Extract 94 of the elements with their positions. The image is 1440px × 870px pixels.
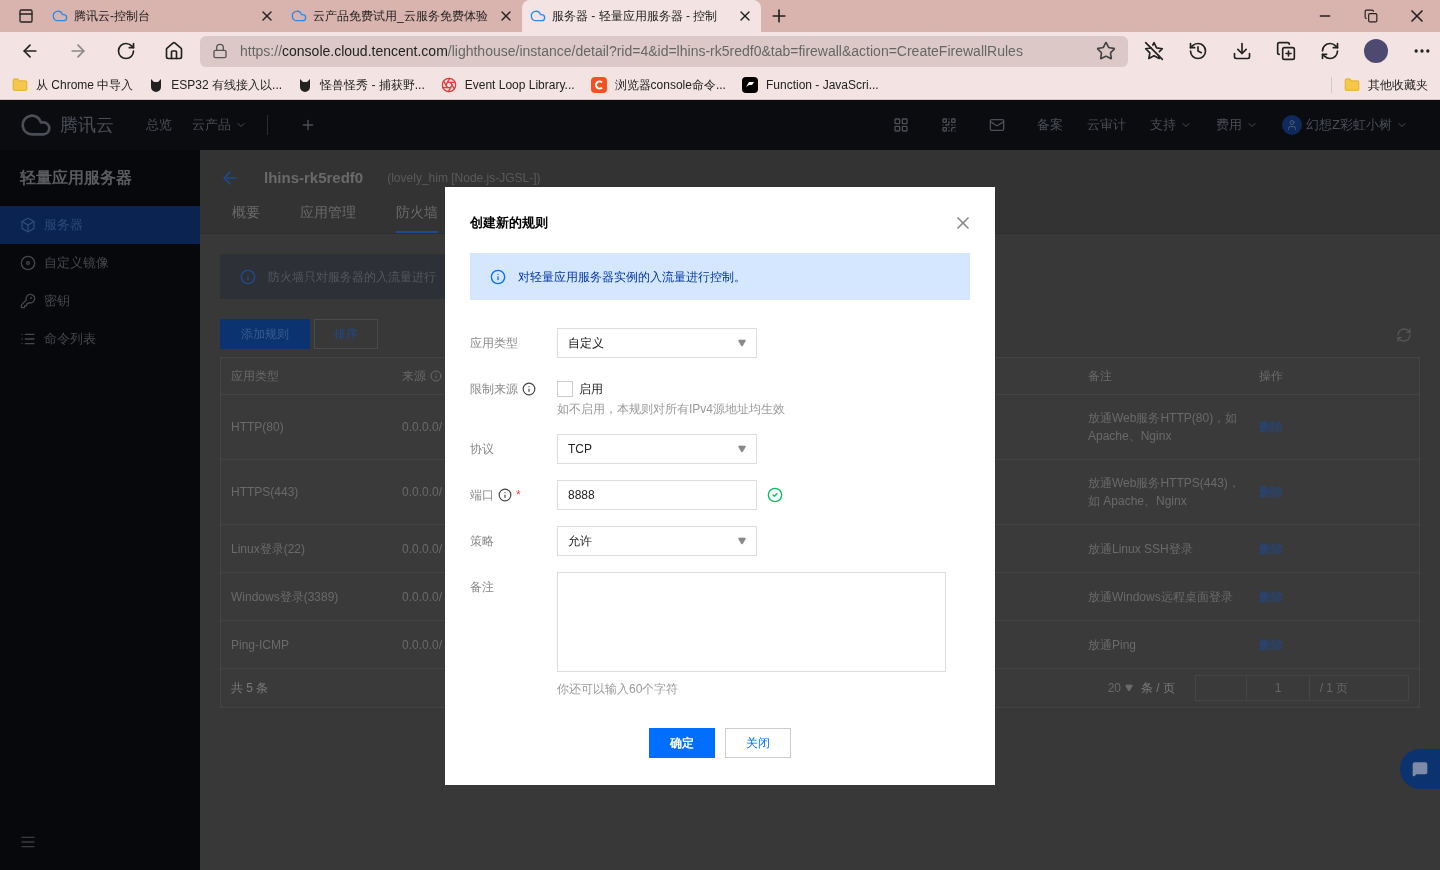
bookmark[interactable]: Function - JavaScri... (741, 75, 879, 94)
browser-tab[interactable]: 服务器 - 轻量应用服务器 - 控制 (522, 0, 761, 32)
user-name: 幻想Z彩虹小树 (1306, 116, 1392, 135)
key-icon (20, 293, 36, 309)
tab-title: 腾讯云-控制台 (74, 8, 151, 25)
tab-title: 服务器 - 轻量应用服务器 - 控制 (552, 8, 719, 25)
port-input[interactable]: 8888 (557, 480, 757, 510)
delete-link[interactable]: 删除 (1259, 635, 1409, 654)
folder-icon (1344, 76, 1360, 93)
collections-icon[interactable] (1276, 41, 1296, 61)
list-icon (20, 331, 36, 347)
cloud-icon (291, 8, 307, 24)
field-label: 端口 (470, 487, 494, 504)
info-icon (498, 488, 512, 502)
sidebar-item[interactable]: 密钥 (0, 282, 200, 320)
select-field[interactable]: TCP (557, 434, 757, 464)
cloud-icon (530, 8, 546, 24)
browser-tab[interactable]: 腾讯云-控制台 (44, 0, 283, 32)
info-icon (490, 268, 506, 285)
check-icon (767, 487, 783, 503)
field-hint: 如不启用，本规则对所有IPv4源地址均生效 (557, 401, 785, 418)
bookmark[interactable]: 浏览器console命令... (590, 75, 726, 94)
sidebar-title: 轻量应用服务器 (19, 168, 133, 188)
chat-icon (1412, 761, 1428, 777)
add-favorite-icon[interactable] (1096, 41, 1116, 61)
caret-icon (738, 445, 746, 453)
nav-link[interactable]: 备案 (1037, 115, 1064, 135)
sync-icon[interactable] (1320, 41, 1340, 61)
tab-actions-icon[interactable] (18, 8, 34, 24)
caret-icon (1125, 684, 1133, 692)
field-label: 限制来源 (470, 381, 518, 398)
nav-link[interactable]: 总览 (146, 115, 172, 135)
c-logo-icon (590, 76, 607, 93)
spiral-icon (440, 76, 457, 93)
confirm-button[interactable]: 确定 (649, 728, 715, 758)
home-icon[interactable] (164, 41, 184, 61)
chat-button[interactable] (1400, 749, 1440, 789)
cloud-icon (52, 8, 68, 24)
nav-link[interactable]: 云审计 (1087, 115, 1127, 135)
char-count-hint: 你还可以输入60个字符 (557, 681, 680, 698)
info-icon (522, 382, 536, 396)
field-label: 备注 (470, 579, 494, 596)
nav-link[interactable]: 支持 (1150, 115, 1193, 135)
info-icon (430, 370, 442, 382)
caret-icon (738, 537, 746, 545)
required-mark: * (516, 487, 521, 504)
cat-icon (149, 77, 164, 92)
nav-link[interactable]: 费用 (1216, 115, 1259, 135)
nav-link[interactable]: 云产品 (192, 115, 247, 135)
browser-tab[interactable]: 云产品免费试用_云服务免费体验 (283, 0, 522, 32)
field-label: 策略 (470, 533, 494, 550)
cat-icon (298, 77, 313, 92)
lock-icon (212, 43, 228, 59)
reload-icon[interactable] (116, 41, 136, 61)
field-label: 应用类型 (470, 335, 518, 352)
disc-icon (20, 255, 36, 271)
delete-link[interactable]: 删除 (1259, 539, 1409, 558)
download-icon[interactable] (1232, 41, 1252, 61)
select-field[interactable]: 允许 (557, 526, 757, 556)
dialog-title: 创建新的规则 (470, 214, 549, 233)
address-bar[interactable]: https://console.cloud.tencent.com/lighthouse/instance/detail?rid=4&id=lhins-rk5redf0&tab=firewall&action=CreateFirewallRules (200, 35, 1128, 67)
restore-icon[interactable] (1364, 9, 1378, 23)
bookmark-folder[interactable]: 其他收藏夹 (1344, 75, 1428, 94)
tab-title: 云产品免费试用_云服务免费体验 (313, 8, 489, 25)
cube-icon (20, 217, 36, 233)
folder-icon (12, 76, 28, 93)
brand-name[interactable]: 腾讯云 (60, 111, 114, 139)
history-icon[interactable] (1188, 41, 1208, 61)
profile-avatar[interactable] (1364, 39, 1388, 63)
info-banner: 对轻量应用服务器实例的入流量进行控制。 (470, 253, 970, 300)
delete-link[interactable]: 删除 (1259, 587, 1409, 606)
sidebar-item[interactable]: 自定义镜像 (0, 244, 200, 282)
user-menu[interactable]: 幻想Z彩虹小树 (1282, 115, 1408, 135)
bookmark[interactable]: ESP32 有线接入以... (149, 75, 283, 94)
delete-link[interactable]: 删除 (1259, 483, 1409, 501)
bookmark[interactable]: 怪兽怪秀 - 捕获野... (298, 75, 425, 94)
url-text: https://console.cloud.tencent.com/lighthouse/instance/detail?rid=4&id=lhins-rk5redf0&tab=firewall&action=CreateFirewallRules (240, 41, 1024, 61)
per-page-label: 条 / 页 (1141, 680, 1175, 697)
caret-icon (738, 339, 746, 347)
select-field[interactable]: 自定义 (557, 328, 757, 358)
bookmark[interactable]: Event Loop Library... (440, 75, 575, 94)
info-icon (240, 268, 256, 285)
total-count: 共 5 条 (231, 680, 269, 697)
checkbox[interactable] (557, 381, 573, 397)
field-label: 协议 (470, 441, 494, 458)
avatar-icon (1282, 115, 1303, 135)
remark-field[interactable] (557, 572, 946, 672)
sort-button[interactable]: 排序 (314, 319, 378, 349)
favorites-icon[interactable] (1144, 41, 1164, 61)
close-button[interactable]: 关闭 (725, 728, 791, 758)
checkbox-label[interactable]: 启用 (579, 380, 603, 398)
bookmark[interactable]: 从 Chrome 中导入 (12, 75, 134, 94)
sidebar-item[interactable]: 命令列表 (0, 320, 200, 358)
delete-link[interactable]: 删除 (1259, 418, 1409, 436)
